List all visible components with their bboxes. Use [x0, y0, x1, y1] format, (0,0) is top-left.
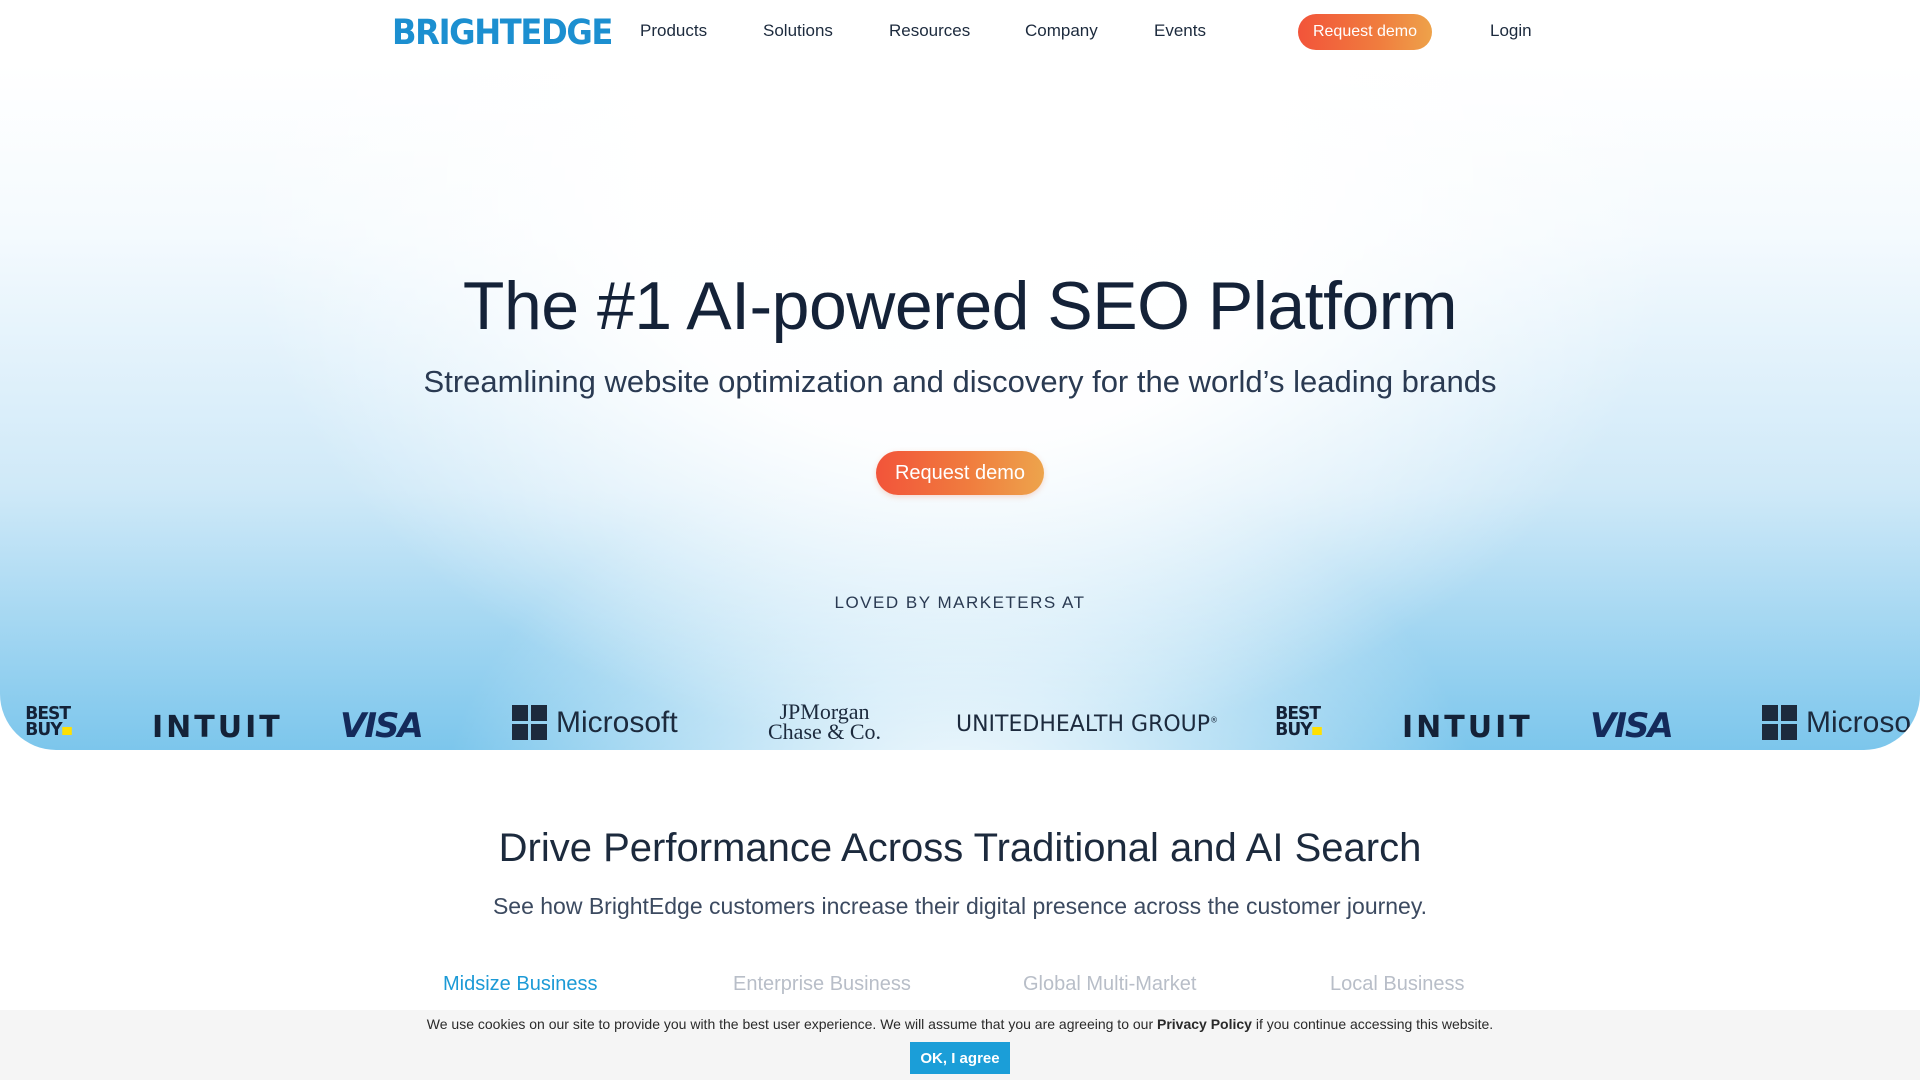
unitedhealth-logo: UNITEDHEALTH GROUP® — [956, 712, 1219, 737]
nav-resources[interactable]: Resources — [889, 21, 970, 41]
hero-title: The #1 AI-powered SEO Platform — [462, 268, 1458, 344]
microsoft-logo: Microso — [1762, 705, 1911, 740]
loved-by-label: LOVED BY MARKETERS AT — [834, 593, 1086, 612]
tab-global-multi-market[interactable]: Global Multi-Market — [1023, 973, 1196, 996]
nav-products[interactable]: Products — [640, 21, 707, 41]
hero-section: The #1 AI-powered SEO Platform Streamlin… — [0, 64, 1920, 750]
cookie-banner: We use cookies on our site to provide yo… — [0, 1010, 1920, 1080]
microsoft-squares-icon — [512, 705, 547, 740]
tab-enterprise-business[interactable]: Enterprise Business — [733, 973, 911, 996]
hero-request-demo-button[interactable]: Request demo — [876, 451, 1044, 495]
cookie-agree-button[interactable]: OK, I agree — [910, 1042, 1010, 1074]
section-subtitle: See how BrightEdge customers increase th… — [492, 893, 1428, 919]
jpmorgan-logo: JPMorgan Chase & Co. — [768, 699, 882, 744]
bestbuy-logo: BEST BUY — [25, 705, 73, 739]
visa-logo: VISA — [1590, 706, 1674, 746]
customer-logo-strip: BEST BUY INTUIT VISA Microsoft JPMorgan … — [0, 634, 1920, 747]
nav-solutions[interactable]: Solutions — [763, 21, 833, 41]
bestbuy-tag-icon — [62, 727, 73, 735]
microsoft-logo: Microsoft — [512, 705, 678, 740]
intuit-logo: INTUIT — [1402, 710, 1533, 745]
visa-logo: VISA — [340, 706, 424, 746]
section-title: Drive Performance Across Traditional and… — [498, 826, 1422, 870]
brightedge-logo[interactable]: BRIGHTEDGE — [392, 13, 613, 53]
login-link[interactable]: Login — [1490, 21, 1532, 41]
nav-company[interactable]: Company — [1025, 21, 1098, 41]
intuit-logo: INTUIT — [152, 710, 283, 745]
hero-subtitle: Streamlining website optimization and di… — [423, 364, 1497, 399]
cookie-message: We use cookies on our site to provide yo… — [426, 1016, 1494, 1032]
privacy-policy-link[interactable]: Privacy Policy — [1157, 1016, 1252, 1032]
microsoft-squares-icon — [1762, 705, 1797, 740]
tab-midsize-business[interactable]: Midsize Business — [443, 973, 598, 996]
bestbuy-logo: BEST BUY — [1275, 705, 1323, 739]
site-header: BRIGHTEDGE Products Solutions Resources … — [0, 0, 1920, 64]
nav-events[interactable]: Events — [1154, 21, 1206, 41]
bestbuy-tag-icon — [1312, 727, 1323, 735]
tab-local-business[interactable]: Local Business — [1330, 973, 1465, 996]
header-request-demo-button[interactable]: Request demo — [1298, 14, 1432, 50]
